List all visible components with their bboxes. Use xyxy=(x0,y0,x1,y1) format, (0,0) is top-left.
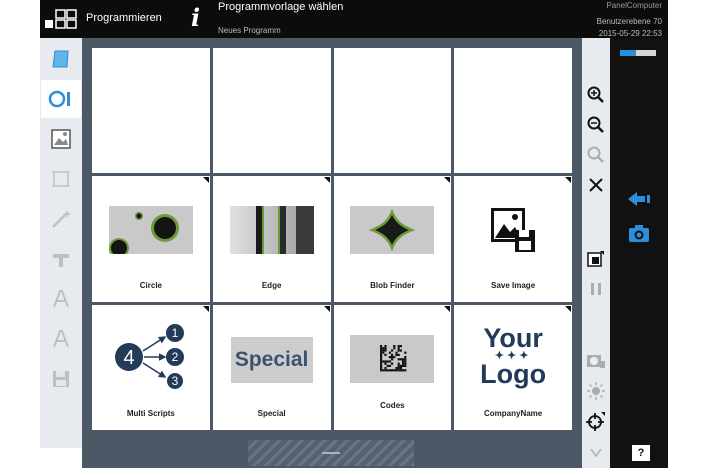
circle-thumbnail xyxy=(108,206,193,255)
camera-settings-icon xyxy=(582,348,610,374)
side-panel: ? xyxy=(610,38,668,468)
edge-thumbnail xyxy=(229,206,314,255)
template-circle[interactable]: Circle xyxy=(92,176,210,302)
template-company-name[interactable]: Your ✦✦✦ Logo CompanyName xyxy=(454,304,572,430)
logo-line-2: Logo xyxy=(480,358,547,389)
title-bar: Programmieren i Programmvorlage wählen N… xyxy=(40,0,668,38)
left-toolbar xyxy=(40,38,82,448)
scroll-down-icon xyxy=(582,440,610,466)
template-label: Edge xyxy=(261,280,282,290)
template-label: Circle xyxy=(139,280,162,290)
special-thumbnail: Special xyxy=(230,336,313,383)
zoom-in-icon[interactable] xyxy=(582,82,610,108)
template-label: CompanyName xyxy=(484,409,543,418)
corner-marker xyxy=(444,177,451,184)
page-subtitle: Neues Programm xyxy=(218,26,281,35)
corner-marker xyxy=(565,177,571,184)
template-label: Multi Scripts xyxy=(126,409,175,418)
template-special[interactable]: Special Special xyxy=(212,304,331,430)
wand-icon xyxy=(41,200,81,238)
template-blob-finder[interactable]: Blob Finder xyxy=(333,176,452,302)
template-label: Special xyxy=(257,409,286,418)
template-empty-3[interactable] xyxy=(333,48,452,174)
right-toolbar xyxy=(582,38,610,468)
template-empty-4[interactable] xyxy=(454,48,572,174)
image-icon[interactable] xyxy=(41,120,81,158)
template-edge[interactable]: Edge xyxy=(212,176,331,302)
corner-marker xyxy=(323,177,330,184)
drag-handle[interactable] xyxy=(248,440,414,466)
text-a2-icon xyxy=(41,320,81,358)
diagram-target-2: 2 xyxy=(172,350,179,364)
bottom-bar xyxy=(82,438,610,468)
tool-icon xyxy=(41,240,81,278)
diagram-target-1: 1 xyxy=(172,326,179,340)
info-icon[interactable]: i xyxy=(191,3,200,32)
template-label: Save Image xyxy=(491,280,536,290)
template-label: Blob Finder xyxy=(370,280,415,290)
corner-marker xyxy=(565,305,571,312)
handle-grip xyxy=(322,452,340,454)
template-grid: Circle Edge Blob Finder Save Image 4 1 2… xyxy=(92,48,572,430)
layout-icon[interactable] xyxy=(582,246,610,272)
corner-marker xyxy=(202,305,209,312)
text-a-icon xyxy=(41,280,81,318)
template-empty-1[interactable] xyxy=(92,48,210,174)
collapse-arrow-icon[interactable] xyxy=(626,191,652,207)
codes-thumbnail xyxy=(350,334,435,383)
pause-icon xyxy=(582,276,610,302)
page-icon[interactable] xyxy=(41,40,81,78)
crop-icon xyxy=(41,160,81,198)
multi-scripts-thumbnail: 4 1 2 3 xyxy=(114,323,184,389)
logo-line-1: Your xyxy=(483,322,543,353)
template-area: Circle Edge Blob Finder Save Image 4 1 2… xyxy=(82,38,582,438)
diagram-target-3: 3 xyxy=(172,374,179,388)
template-codes[interactable]: Codes xyxy=(333,304,452,430)
template-label: Codes xyxy=(380,401,405,410)
corner-marker xyxy=(444,305,451,312)
user-level: Benutzerebene 70 xyxy=(596,17,662,26)
battery-indicator xyxy=(620,50,656,56)
template-empty-2[interactable] xyxy=(212,48,331,174)
mode-label[interactable]: Programmieren xyxy=(86,12,162,24)
help-button[interactable]: ? xyxy=(632,445,650,461)
page-title: Programmvorlage wählen xyxy=(218,1,344,13)
close-icon[interactable] xyxy=(582,172,610,198)
zoom-fit-icon xyxy=(582,142,610,168)
target-icon[interactable] xyxy=(582,408,610,434)
battery-fill xyxy=(620,50,637,56)
save-image-thumbnail xyxy=(491,208,536,253)
program-grid-icon[interactable] xyxy=(44,9,78,29)
blob-thumbnail xyxy=(350,206,435,255)
template-multi-scripts[interactable]: 4 1 2 3 Multi Scripts xyxy=(92,304,210,430)
logo-thumbnail: Your ✦✦✦ Logo xyxy=(454,322,572,389)
diagram-source-number: 4 xyxy=(123,347,134,369)
save-icon xyxy=(41,360,81,398)
status-info: PanelComputer Benutzerebene 70 2015-05-2… xyxy=(597,0,662,40)
zoom-out-icon[interactable] xyxy=(582,112,610,138)
device-name: PanelComputer xyxy=(606,1,662,10)
corner-marker xyxy=(202,177,209,184)
template-save-image[interactable]: Save Image xyxy=(454,176,572,302)
brightness-icon xyxy=(582,378,610,404)
circle-tool-icon[interactable] xyxy=(41,80,81,118)
corner-marker xyxy=(323,305,330,312)
camera-icon[interactable] xyxy=(628,224,650,243)
